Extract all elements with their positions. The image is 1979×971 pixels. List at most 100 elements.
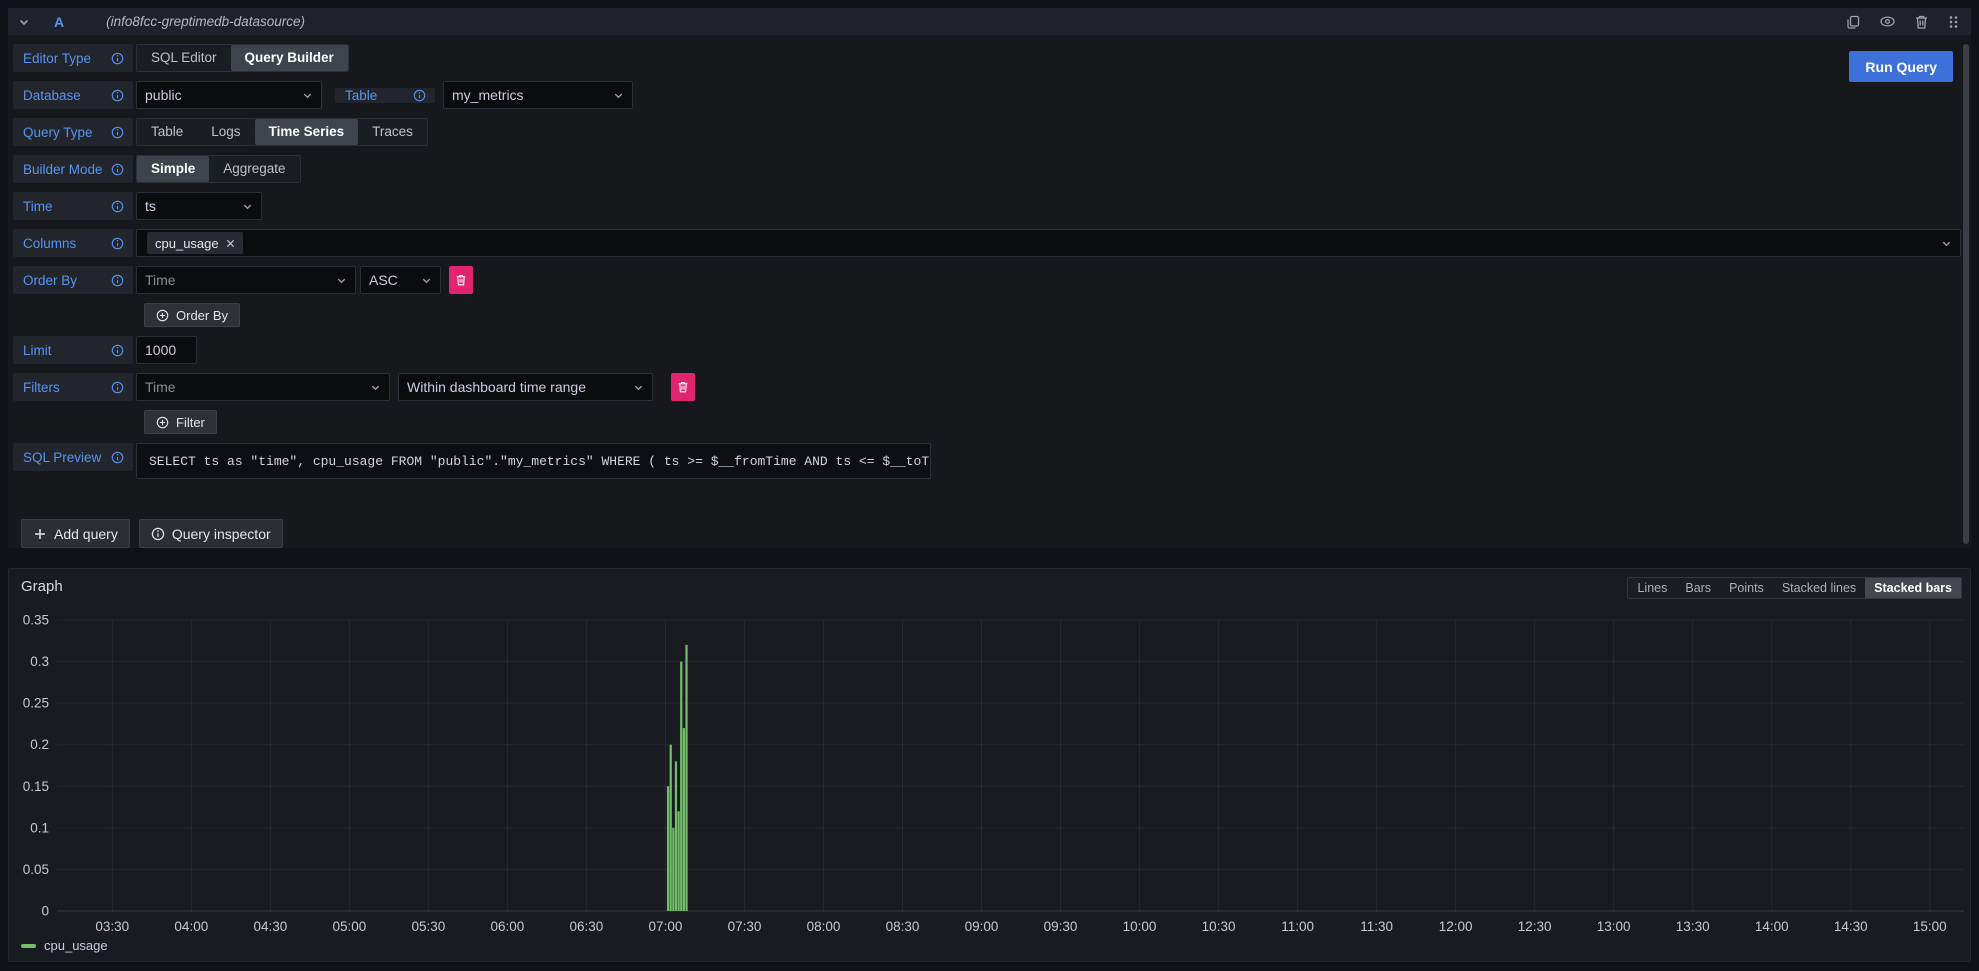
info-icon[interactable] [111, 451, 124, 464]
order-by-direction-select[interactable]: ASC [360, 266, 441, 294]
info-icon[interactable] [111, 126, 124, 139]
filter-condition-select[interactable]: Within dashboard time range [398, 373, 653, 401]
filter-column-select[interactable]: Time [136, 373, 390, 401]
table-value: my_metrics [452, 87, 524, 103]
columns-label-box: Columns [13, 229, 133, 257]
query-type-group-option[interactable]: Logs [197, 119, 254, 145]
drag-handle-icon[interactable] [1947, 14, 1959, 30]
database-select[interactable]: public [136, 81, 322, 109]
query-footer-actions: Add query Query inspector [21, 519, 283, 548]
collapse-chevron-icon[interactable] [18, 16, 30, 28]
builder-mode-group: SimpleAggregate [136, 155, 301, 183]
remove-order-by-button[interactable] [449, 266, 473, 294]
graph-mode-group-option[interactable]: Stacked lines [1773, 578, 1865, 598]
chart-bar[interactable] [672, 828, 674, 911]
query-type-label: Query Type [23, 125, 93, 140]
time-label: Time [23, 199, 53, 214]
editor-type-label-box: Editor Type [13, 44, 133, 72]
x-axis-tick-label: 08:30 [886, 919, 920, 934]
table-label-box: Table [335, 88, 435, 103]
graph-mode-group-option[interactable]: Lines [1628, 578, 1676, 598]
sql-preview-label: SQL Preview [23, 450, 101, 465]
remove-tag-icon[interactable] [226, 239, 235, 248]
info-icon[interactable] [111, 344, 124, 357]
x-axis-tick-label: 15:00 [1913, 919, 1947, 934]
add-query-label: Add query [54, 526, 118, 542]
builder-mode-group-option[interactable]: Simple [137, 156, 209, 182]
info-icon[interactable] [111, 89, 124, 102]
graph-mode-group-option[interactable]: Stacked bars [1865, 578, 1961, 598]
query-type-group-option[interactable]: Table [137, 119, 197, 145]
limit-label-box: Limit [13, 336, 133, 364]
query-type-group-option[interactable]: Time Series [255, 119, 359, 145]
x-axis-tick-label: 04:00 [174, 919, 208, 934]
time-column-select[interactable]: ts [136, 192, 262, 220]
editor-type-label: Editor Type [23, 51, 91, 66]
query-builder-form: Editor Type SQL EditorQuery Builder Data… [8, 35, 1971, 479]
x-axis-tick-label: 05:00 [332, 919, 366, 934]
query-row-header[interactable]: A (info8fcc-greptimedb-datasource) [8, 8, 1971, 35]
row-limit: Limit 1000 [13, 336, 1961, 364]
timeseries-chart[interactable]: 00.050.10.150.20.250.30.3503:3004:0004:3… [19, 597, 1960, 937]
database-label: Database [23, 88, 81, 103]
y-axis-tick-label: 0 [41, 904, 49, 919]
order-by-direction-value: ASC [369, 272, 398, 288]
add-filter-button[interactable]: Filter [144, 410, 217, 434]
columns-multiselect[interactable]: cpu_usage [136, 229, 1961, 257]
chevron-down-icon [421, 275, 432, 286]
filters-label: Filters [23, 380, 60, 395]
duplicate-query-icon[interactable] [1845, 14, 1861, 30]
order-by-column-select[interactable]: Time [136, 266, 356, 294]
chart-bar[interactable] [678, 811, 680, 911]
x-axis-tick-label: 14:00 [1755, 919, 1789, 934]
chart-bar[interactable] [680, 662, 682, 911]
filter-condition-value: Within dashboard time range [407, 379, 586, 395]
sql-preview-code: SELECT ts as "time", cpu_usage FROM "pub… [136, 443, 931, 479]
add-order-by-label: Order By [176, 308, 228, 323]
remove-filter-button[interactable] [671, 373, 695, 401]
editor-type-group-option[interactable]: Query Builder [231, 45, 348, 71]
table-select[interactable]: my_metrics [443, 81, 633, 109]
time-label-box: Time [13, 192, 133, 220]
editor-type-group-option[interactable]: SQL Editor [137, 45, 231, 71]
info-icon[interactable] [413, 89, 426, 102]
chart-bar[interactable] [667, 786, 669, 911]
chart-bar[interactable] [670, 745, 672, 911]
info-icon[interactable] [111, 381, 124, 394]
info-icon[interactable] [111, 274, 124, 287]
x-axis-tick-label: 14:30 [1834, 919, 1868, 934]
chevron-down-icon [242, 201, 253, 212]
filters-label-box: Filters [13, 373, 133, 401]
chevron-down-icon [613, 90, 624, 101]
info-icon[interactable] [111, 163, 124, 176]
hide-response-eye-icon[interactable] [1879, 13, 1896, 30]
legend-item-cpu-usage[interactable]: cpu_usage [21, 938, 108, 953]
query-inspector-button[interactable]: Query inspector [139, 519, 283, 548]
info-icon[interactable] [111, 52, 124, 65]
info-icon[interactable] [111, 200, 124, 213]
time-column-value: ts [145, 198, 156, 214]
x-axis-tick-label: 12:00 [1439, 919, 1473, 934]
info-icon[interactable] [111, 237, 124, 250]
chart-bar[interactable] [685, 645, 687, 911]
delete-query-icon[interactable] [1914, 14, 1929, 30]
query-type-group-option[interactable]: Traces [358, 119, 427, 145]
row-add-order-by: Order By [13, 303, 1961, 327]
legend-swatch [21, 944, 36, 948]
order-by-label-box: Order By [13, 266, 133, 294]
x-axis-tick-label: 12:30 [1518, 919, 1552, 934]
graph-mode-group-option[interactable]: Bars [1676, 578, 1720, 598]
add-query-button[interactable]: Add query [21, 519, 130, 548]
chart-bar[interactable] [683, 728, 685, 911]
builder-mode-label: Builder Mode [23, 162, 103, 177]
chart-bar[interactable] [675, 761, 677, 911]
x-axis-tick-label: 07:30 [728, 919, 762, 934]
limit-input[interactable]: 1000 [136, 336, 197, 364]
chart-svg[interactable]: 00.050.10.150.20.250.30.3503:3004:0004:3… [19, 597, 1978, 937]
sql-preview-label-box: SQL Preview [13, 443, 133, 471]
graph-mode-group-option[interactable]: Points [1720, 578, 1773, 598]
builder-mode-group-option[interactable]: Aggregate [209, 156, 299, 182]
column-tag-label: cpu_usage [155, 236, 219, 251]
add-order-by-button[interactable]: Order By [144, 303, 240, 327]
query-editor-panel: A (info8fcc-greptimedb-datasource) Run Q… [8, 8, 1971, 548]
